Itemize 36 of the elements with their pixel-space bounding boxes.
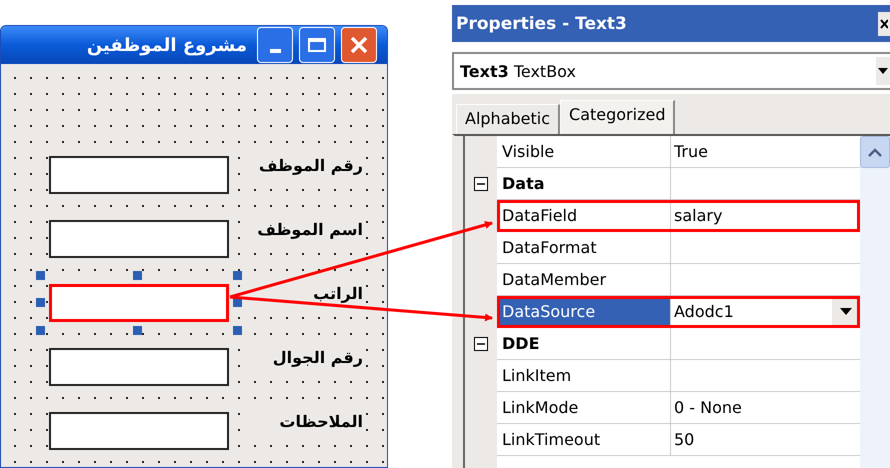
scroll-bar[interactable] <box>860 136 890 468</box>
property-value[interactable]: Adodc1 <box>671 296 860 328</box>
category-name[interactable]: Data <box>497 168 671 200</box>
minimize-button[interactable] <box>257 27 293 63</box>
property-name[interactable]: LinkItem <box>497 360 671 392</box>
tab[interactable]: Categorized <box>560 100 676 134</box>
property-name[interactable]: LinkTimeout <box>497 424 671 456</box>
property-name[interactable]: DataFormat <box>497 232 671 264</box>
close-button[interactable] <box>878 12 890 36</box>
text-box-control[interactable] <box>49 220 229 258</box>
text-box-control[interactable] <box>49 348 229 386</box>
collapse-icon[interactable] <box>474 337 488 351</box>
property-name[interactable]: Visible <box>497 136 671 168</box>
window-title: مشروع الموظفين <box>86 34 247 56</box>
property-name[interactable]: LinkMode <box>497 392 671 424</box>
caret-icon <box>878 68 888 74</box>
caret-icon <box>840 308 852 315</box>
sizing-handle[interactable] <box>233 326 242 335</box>
maximize-button[interactable] <box>299 27 335 63</box>
sizing-handle[interactable] <box>36 298 45 307</box>
sizing-handle[interactable] <box>233 271 242 280</box>
collapse-icon[interactable] <box>474 177 488 191</box>
sizing-handle[interactable] <box>133 271 142 280</box>
sizing-handle[interactable] <box>36 326 45 335</box>
text-box-control[interactable] <box>49 156 229 194</box>
scroll-up-icon <box>868 148 882 156</box>
property-name[interactable]: DataMember <box>497 264 671 296</box>
sizing-handle[interactable] <box>36 271 45 280</box>
category-name[interactable]: DDE <box>497 328 671 360</box>
close-icon <box>880 18 888 28</box>
close-icon <box>348 34 370 56</box>
tab[interactable]: Alphabetic <box>456 104 560 134</box>
text-box-control[interactable] <box>49 412 229 450</box>
object-dropdown[interactable]: Text3 TextBox <box>452 52 890 90</box>
sizing-handle[interactable] <box>133 326 142 335</box>
window-title: Properties - Text3 <box>456 14 627 34</box>
